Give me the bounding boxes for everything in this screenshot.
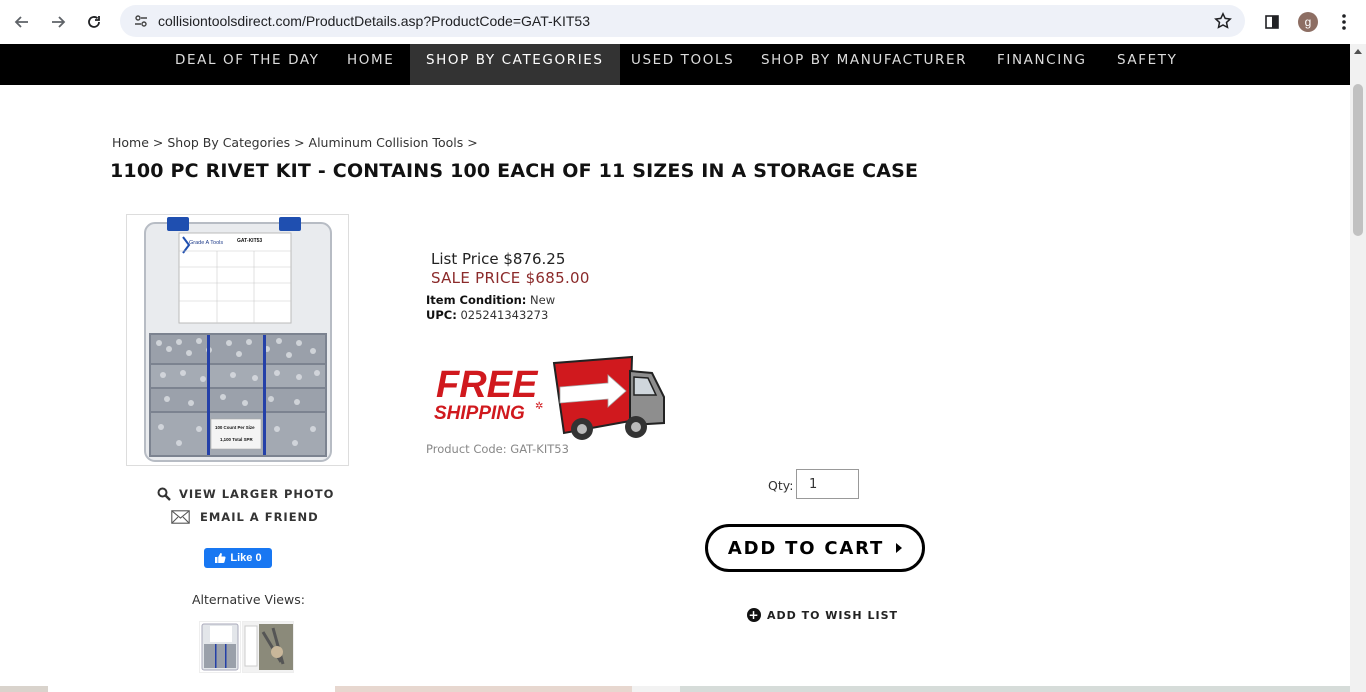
- profile-button[interactable]: g: [1294, 8, 1322, 36]
- upc: UPC: 025241343273: [426, 308, 548, 322]
- nav-shop-by-categories[interactable]: SHOP BY CATEGORIES: [410, 44, 620, 85]
- list-price: List Price $876.25: [431, 250, 566, 268]
- breadcrumb: Home > Shop By Categories > Aluminum Col…: [112, 135, 478, 150]
- menu-button[interactable]: [1330, 8, 1358, 36]
- caret-right-icon: [896, 543, 903, 553]
- breadcrumb-trailing: >: [463, 135, 478, 150]
- reload-button[interactable]: [80, 8, 108, 36]
- alternative-views-label: Alternative Views:: [192, 592, 305, 607]
- qty-input[interactable]: [796, 469, 859, 499]
- scrollbar-thumb[interactable]: [1353, 84, 1363, 236]
- back-arrow-icon: [14, 16, 28, 28]
- item-condition-value: New: [530, 293, 556, 307]
- forward-arrow-icon: [52, 16, 66, 28]
- nav-deal-of-the-day[interactable]: DEAL OF THE DAY: [175, 44, 319, 85]
- free-shipping-truck-icon: FREE SHIPPING ✲: [434, 355, 665, 440]
- site-nav-bar: DEAL OF THE DAY HOME SHOP BY CATEGORIES …: [0, 44, 1350, 85]
- alt-view-thumbnail-2[interactable]: [242, 621, 294, 673]
- product-code: Product Code: GAT-KIT53: [426, 442, 569, 456]
- breadcrumb-home[interactable]: Home: [112, 135, 149, 150]
- email-a-friend-link[interactable]: EMAIL A FRIEND: [171, 510, 319, 524]
- page-scrollbar[interactable]: [1350, 44, 1366, 692]
- sale-price: SALE PRICE $685.00: [431, 269, 590, 287]
- rivet-kit-image: Grade A Tools GAT-KIT53 100 Count Per Si…: [144, 217, 332, 462]
- scroll-up-icon[interactable]: [1354, 49, 1362, 54]
- email-a-friend-label: EMAIL A FRIEND: [200, 510, 319, 524]
- shipping-text: SHIPPING: [434, 403, 525, 424]
- kebab-menu-icon: [1342, 14, 1346, 30]
- nav-used-tools[interactable]: USED TOOLS: [631, 44, 734, 85]
- free-text: FREE: [436, 364, 539, 406]
- bookmark-star-icon[interactable]: [1213, 11, 1233, 31]
- qty-label: Qty:: [768, 478, 794, 493]
- item-condition: Item Condition: New: [426, 293, 555, 307]
- site-info-icon[interactable]: [126, 13, 156, 29]
- breadcrumb-sep: >: [290, 135, 309, 150]
- page-title: 1100 PC RIVET KIT - CONTAINS 100 EACH OF…: [110, 160, 919, 182]
- image-total-text: 1,100 Total SPR: [220, 437, 253, 442]
- free-shipping-banner: FREE SHIPPING ✲: [426, 353, 666, 443]
- address-bar[interactable]: collisiontoolsdirect.com/ProductDetails.…: [120, 5, 1245, 37]
- product-main-image[interactable]: Grade A Tools GAT-KIT53 100 Count Per Si…: [126, 214, 349, 466]
- item-condition-label: Item Condition:: [426, 293, 527, 307]
- svg-text:✲: ✲: [535, 401, 543, 412]
- magnifier-icon: [157, 487, 171, 501]
- add-to-cart-button[interactable]: ADD TO CART: [705, 524, 925, 572]
- forward-button[interactable]: [44, 8, 72, 36]
- nav-home[interactable]: HOME: [347, 44, 394, 85]
- reload-icon: [88, 16, 100, 28]
- thumbs-up-icon: [215, 553, 226, 563]
- breadcrumb-sep: >: [148, 135, 168, 150]
- browser-toolbar: collisiontoolsdirect.com/ProductDetails.…: [0, 0, 1366, 44]
- view-larger-photo-label: VIEW LARGER PHOTO: [179, 487, 335, 501]
- avatar: g: [1298, 12, 1318, 32]
- side-panel-icon: [1265, 15, 1279, 29]
- breadcrumb-aluminum-collision-tools[interactable]: Aluminum Collision Tools: [309, 135, 464, 150]
- side-panel-button[interactable]: [1258, 8, 1286, 36]
- back-button[interactable]: [8, 8, 36, 36]
- upc-label: UPC:: [426, 308, 457, 322]
- nav-safety[interactable]: SAFETY: [1117, 44, 1177, 85]
- bottom-content-strip: [0, 686, 1350, 692]
- facebook-like-label: Like 0: [230, 552, 262, 564]
- image-brand-text: Grade A Tools: [189, 240, 223, 246]
- url-text[interactable]: collisiontoolsdirect.com/ProductDetails.…: [158, 13, 590, 29]
- envelope-icon: [171, 510, 190, 524]
- facebook-like-button[interactable]: Like 0: [204, 548, 272, 568]
- nav-financing[interactable]: FINANCING: [997, 44, 1087, 85]
- add-to-cart-label: ADD TO CART: [727, 537, 885, 559]
- image-count-text: 100 Count Per Size: [215, 425, 255, 430]
- breadcrumb-shop-by-categories[interactable]: Shop By Categories: [167, 135, 290, 150]
- add-to-wish-list-link[interactable]: + ADD TO WISH LIST: [747, 608, 898, 622]
- view-larger-photo-link[interactable]: VIEW LARGER PHOTO: [157, 487, 334, 501]
- upc-value: 025241343273: [460, 308, 549, 322]
- alt-view-thumbnail-1[interactable]: [199, 621, 241, 673]
- nav-shop-by-manufacturer[interactable]: SHOP BY MANUFACTURER: [761, 44, 967, 85]
- plus-circle-icon: +: [747, 608, 761, 622]
- add-to-wish-list-label: ADD TO WISH LIST: [767, 608, 899, 622]
- image-code-text: GAT-KIT53: [237, 238, 262, 244]
